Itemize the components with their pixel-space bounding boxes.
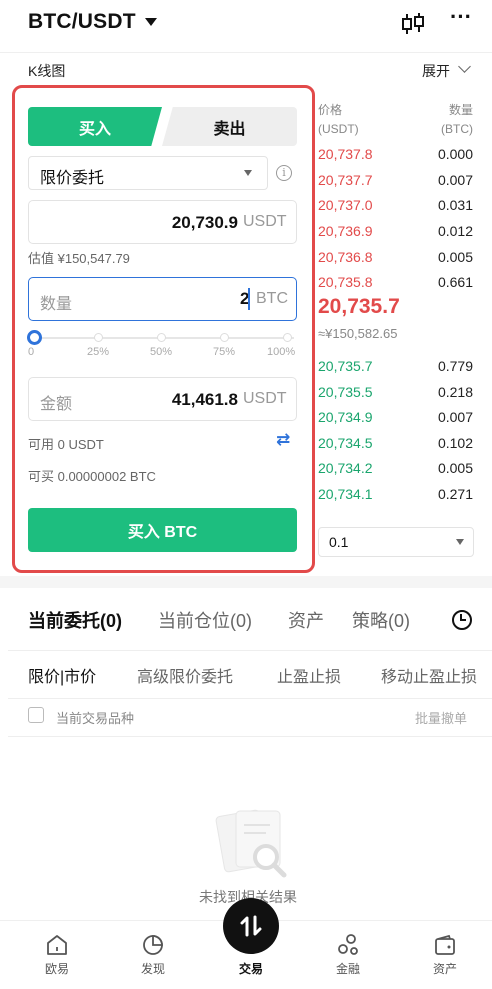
subtab-advanced-limit[interactable]: 高级限价委托 xyxy=(137,663,233,687)
price-value: 20,730.9 xyxy=(171,213,238,232)
divider xyxy=(8,650,492,651)
bid-qty: 0.007 xyxy=(437,409,473,425)
slider-label-75: 75% xyxy=(213,346,236,358)
section-divider xyxy=(0,576,492,588)
last-price-cny: ≈¥150,582.65 xyxy=(318,326,398,341)
ask-price[interactable]: 20,735.8 xyxy=(318,274,373,290)
empty-results-icon xyxy=(215,809,287,878)
more-options-icon[interactable]: ··· xyxy=(450,6,472,34)
quantity-label: 数量 xyxy=(40,296,73,313)
quantity-unit: BTC xyxy=(256,290,288,307)
ask-price[interactable]: 20,736.9 xyxy=(318,223,373,239)
current-pair-checkbox[interactable] xyxy=(28,707,44,723)
divider xyxy=(8,698,492,699)
pair-dropdown-caret-icon[interactable] xyxy=(145,18,157,26)
nav-trade-label[interactable]: 交易 xyxy=(221,960,281,977)
ask-qty: 0.661 xyxy=(437,274,473,290)
candlestick-chart-icon[interactable] xyxy=(400,12,426,36)
slider-handle[interactable] xyxy=(27,330,42,345)
amount-label: 金额 xyxy=(40,396,73,413)
estimate-value: 估值 ¥150,547.79 xyxy=(28,251,130,266)
nav-assets-label[interactable]: 资产 xyxy=(415,960,475,977)
tab-open-orders[interactable]: 当前委托(0) xyxy=(28,607,122,633)
kline-label[interactable]: K线图 xyxy=(28,61,65,81)
history-icon-hand xyxy=(460,614,466,621)
batch-cancel-button[interactable]: 批量撤单 xyxy=(415,708,467,727)
bid-qty: 0.271 xyxy=(437,486,473,502)
slider-stop-25[interactable] xyxy=(94,333,103,342)
pair-title[interactable]: BTC/USDT xyxy=(28,10,136,34)
trade-icon[interactable] xyxy=(223,898,279,954)
subtab-trailing-stop[interactable]: 移动止盈止损 xyxy=(381,663,477,687)
subtab-tp-sl[interactable]: 止盈止损 xyxy=(277,663,341,687)
caret-down-icon xyxy=(244,170,252,176)
subtab-limit-market[interactable]: 限价|市价 xyxy=(28,663,96,687)
tab-sell[interactable]: 卖出 xyxy=(162,107,297,146)
bid-price[interactable]: 20,734.5 xyxy=(318,435,373,451)
amount-unit: USDT xyxy=(243,390,287,407)
orderbook-price-header: 价格 (USDT) xyxy=(318,103,359,136)
ask-qty: 0.012 xyxy=(437,223,473,239)
discover-icon[interactable] xyxy=(141,933,165,957)
bid-price[interactable]: 20,734.2 xyxy=(318,460,373,476)
slider-stop-50[interactable] xyxy=(157,333,166,342)
tab-strategies[interactable]: 策略(0) xyxy=(352,607,410,633)
swap-icon[interactable]: ⇄ xyxy=(276,431,294,449)
bid-qty: 0.102 xyxy=(437,435,473,451)
price-unit: USDT xyxy=(243,213,287,230)
ask-price[interactable]: 20,737.7 xyxy=(318,172,373,188)
buy-btc-button[interactable]: 买入 BTC xyxy=(28,508,297,552)
wallet-icon[interactable] xyxy=(433,933,457,957)
caret-down-icon xyxy=(456,539,464,545)
last-price[interactable]: 20,735.7 xyxy=(318,295,400,319)
slider-label-100: 100% xyxy=(267,346,296,358)
finance-icon[interactable] xyxy=(336,933,360,957)
expand-label[interactable]: 展开 xyxy=(422,61,450,81)
slider-stop-75[interactable] xyxy=(220,333,229,342)
nav-finance-label[interactable]: 金融 xyxy=(318,960,378,977)
bid-qty: 0.005 xyxy=(437,460,473,476)
info-icon[interactable]: i xyxy=(276,165,292,181)
ask-qty: 0.000 xyxy=(437,146,473,162)
slider-stop-100[interactable] xyxy=(283,333,292,342)
nav-home-label[interactable]: 欧易 xyxy=(27,960,87,977)
slider-label-50: 50% xyxy=(150,346,173,358)
ask-qty: 0.007 xyxy=(437,172,473,188)
kline-bar xyxy=(0,52,492,86)
ask-qty: 0.005 xyxy=(437,249,473,265)
nav-discover-label[interactable]: 发现 xyxy=(123,960,183,977)
bid-qty: 0.779 xyxy=(437,358,473,374)
tab-buy[interactable]: 买入 xyxy=(28,107,162,146)
orderbook-qty-header: 数量 (BTC) xyxy=(441,103,473,136)
slider-label-0: 0 xyxy=(28,346,35,358)
home-icon[interactable] xyxy=(45,933,69,957)
bid-price[interactable]: 20,734.9 xyxy=(318,409,373,425)
text-cursor xyxy=(248,288,250,310)
ask-price[interactable]: 20,737.8 xyxy=(318,146,373,162)
bid-price[interactable]: 20,735.5 xyxy=(318,384,373,400)
tab-assets[interactable]: 资产 xyxy=(288,607,324,633)
ask-price[interactable]: 20,737.0 xyxy=(318,197,373,213)
precision-value: 0.1 xyxy=(329,534,349,550)
divider xyxy=(8,736,492,737)
amount-value: 41,461.8 xyxy=(171,390,238,409)
bid-price[interactable]: 20,734.1 xyxy=(318,486,373,502)
bid-price[interactable]: 20,735.7 xyxy=(318,358,373,374)
ask-qty: 0.031 xyxy=(437,197,473,213)
bid-qty: 0.218 xyxy=(437,384,473,400)
slider-label-25: 25% xyxy=(87,346,110,358)
current-pair-label[interactable]: 当前交易品种 xyxy=(56,708,134,727)
ask-price[interactable]: 20,736.8 xyxy=(318,249,373,265)
tab-positions[interactable]: 当前仓位(0) xyxy=(158,607,252,633)
available-balance: 可用 0 USDT xyxy=(28,437,104,452)
can-buy-amount: 可买 0.00000002 BTC xyxy=(28,469,156,484)
order-type-label: 限价委托 xyxy=(40,170,105,187)
